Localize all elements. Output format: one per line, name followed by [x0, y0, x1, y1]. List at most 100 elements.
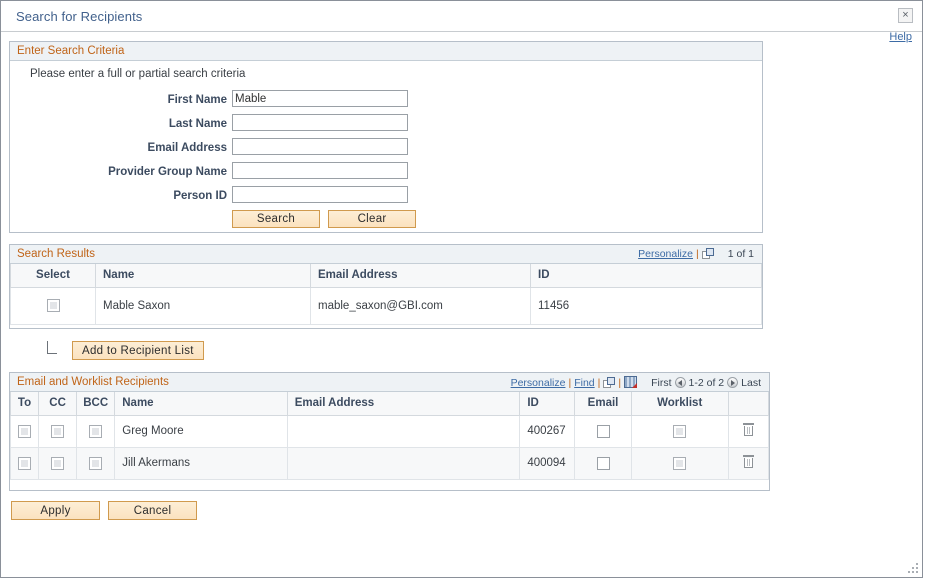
result-id-cell: 11456: [531, 287, 762, 324]
to-checkbox[interactable]: [18, 457, 31, 470]
column-header-id[interactable]: ID: [520, 392, 575, 415]
recipients-personalize-link[interactable]: Personalize: [511, 377, 566, 389]
results-toolbar: Personalize|1 of 1: [638, 248, 754, 260]
bcc-checkbox[interactable]: [89, 457, 102, 470]
column-header-worklist[interactable]: Worklist: [631, 392, 728, 415]
recipient-worklist-flag-cell: [631, 447, 728, 479]
worklist-checkbox[interactable]: [673, 425, 686, 438]
tree-connector-icon: [47, 341, 57, 354]
recipient-bcc-cell: [77, 415, 115, 447]
delete-row-icon[interactable]: [743, 423, 754, 436]
column-header-to[interactable]: To: [11, 392, 39, 415]
recipients-separator-3: |: [618, 377, 621, 389]
recipient-bcc-cell: [77, 447, 115, 479]
results-page-count: 1 of 1: [728, 248, 754, 260]
column-header-email-address[interactable]: Email Address: [311, 264, 531, 287]
email-checkbox[interactable]: [597, 457, 610, 470]
result-email-cell: mable_saxon@GBI.com: [311, 287, 531, 324]
cc-checkbox[interactable]: [51, 425, 64, 438]
bcc-checkbox[interactable]: [89, 425, 102, 438]
recipient-cc-cell: [39, 447, 77, 479]
column-header-email[interactable]: Email: [575, 392, 631, 415]
previous-page-icon[interactable]: [675, 377, 686, 388]
criteria-note: Please enter a full or partial search cr…: [30, 68, 245, 80]
criteria-actions: Search Clear: [232, 210, 416, 228]
recipient-email-cell: [287, 447, 520, 479]
column-header-email-address[interactable]: Email Address: [287, 392, 520, 415]
column-header-cc[interactable]: CC: [39, 392, 77, 415]
search-results-table: Select Name Email Address ID Mable Saxon…: [10, 264, 762, 325]
recipient-to-cell: [11, 447, 39, 479]
column-header-id[interactable]: ID: [531, 264, 762, 287]
provider-group-name-field[interactable]: [232, 162, 408, 179]
add-to-recipient-list-row: Add to Recipient List: [9, 339, 763, 365]
recipient-name-cell: Greg Moore: [115, 415, 287, 447]
result-name-cell: Mable Saxon: [96, 287, 311, 324]
download-to-spreadsheet-icon[interactable]: [624, 376, 637, 388]
recipient-id-cell: 400267: [520, 415, 575, 447]
cancel-button[interactable]: Cancel: [108, 501, 197, 520]
field-row-provider-group-name: Provider Group Name: [10, 162, 762, 186]
first-name-field[interactable]: [232, 90, 408, 107]
new-window-icon[interactable]: [702, 248, 714, 259]
modal-title-bar: Search for Recipients ×: [1, 1, 922, 32]
field-row-email-address: Email Address: [10, 138, 762, 162]
results-heading: Search Results: [17, 248, 95, 260]
table-row: Jill Akermans 400094: [11, 447, 769, 479]
last-name-field[interactable]: [232, 114, 408, 131]
column-header-name[interactable]: Name: [96, 264, 311, 287]
last-name-label: Last Name: [70, 118, 227, 130]
email-worklist-recipients-panel: Email and Worklist Recipients Personaliz…: [9, 372, 770, 491]
field-row-person-id: Person ID: [10, 186, 762, 210]
recipients-header-row: To CC BCC Name Email Address ID Email Wo…: [11, 392, 769, 415]
column-header-select[interactable]: Select: [11, 264, 96, 287]
field-row-last-name: Last Name: [10, 114, 762, 138]
help-link[interactable]: Help: [889, 31, 912, 43]
add-to-recipient-list-wrap: Add to Recipient List: [72, 341, 204, 360]
field-row-first-name: First Name: [10, 90, 762, 114]
first-name-label: First Name: [70, 94, 227, 106]
enter-search-criteria-panel: Enter Search Criteria Please enter a ful…: [9, 41, 763, 233]
clear-button[interactable]: Clear: [328, 210, 416, 228]
recipient-cc-cell: [39, 415, 77, 447]
search-for-recipients-modal: Search for Recipients × Help Enter Searc…: [0, 0, 923, 578]
email-address-label: Email Address: [70, 142, 227, 154]
recipients-table: To CC BCC Name Email Address ID Email Wo…: [10, 392, 769, 480]
person-id-field[interactable]: [232, 186, 408, 203]
email-checkbox[interactable]: [597, 425, 610, 438]
recipient-email-flag-cell: [575, 447, 631, 479]
recipients-last-link[interactable]: Last: [741, 377, 761, 389]
email-address-field[interactable]: [232, 138, 408, 155]
table-row: Greg Moore 400267: [11, 415, 769, 447]
next-page-icon[interactable]: [727, 377, 738, 388]
recipients-panel-header: Email and Worklist Recipients Personaliz…: [10, 373, 769, 392]
criteria-panel-header: Enter Search Criteria: [10, 42, 762, 61]
recipients-toolbar: Personalize|Find||First1-2 of 2Last: [511, 376, 761, 389]
column-header-bcc[interactable]: BCC: [77, 392, 115, 415]
result-select-checkbox[interactable]: [47, 299, 60, 312]
provider-group-name-label: Provider Group Name: [70, 166, 227, 178]
recipients-separator-1: |: [568, 377, 571, 389]
results-personalize-link[interactable]: Personalize: [638, 248, 693, 260]
footer-actions: Apply Cancel: [11, 501, 202, 520]
recipient-delete-cell: [728, 415, 768, 447]
add-to-recipient-list-button[interactable]: Add to Recipient List: [72, 341, 204, 360]
worklist-checkbox[interactable]: [673, 457, 686, 470]
resize-handle[interactable]: [908, 563, 918, 573]
recipient-to-cell: [11, 415, 39, 447]
to-checkbox[interactable]: [18, 425, 31, 438]
search-button[interactable]: Search: [232, 210, 320, 228]
search-results-panel: Search Results Personalize|1 of 1 Select…: [9, 244, 763, 329]
new-window-icon[interactable]: [603, 377, 615, 388]
recipients-page-range: 1-2 of 2: [689, 377, 725, 389]
recipients-first-link[interactable]: First: [651, 377, 671, 389]
recipients-separator-2: |: [598, 377, 601, 389]
cc-checkbox[interactable]: [51, 457, 64, 470]
table-row: Mable Saxon mable_saxon@GBI.com 11456: [11, 287, 762, 324]
delete-row-icon[interactable]: [743, 455, 754, 468]
apply-button[interactable]: Apply: [11, 501, 100, 520]
close-icon[interactable]: ×: [898, 8, 913, 23]
recipients-find-link[interactable]: Find: [574, 377, 594, 389]
result-select-cell: [11, 287, 96, 324]
column-header-name[interactable]: Name: [115, 392, 287, 415]
